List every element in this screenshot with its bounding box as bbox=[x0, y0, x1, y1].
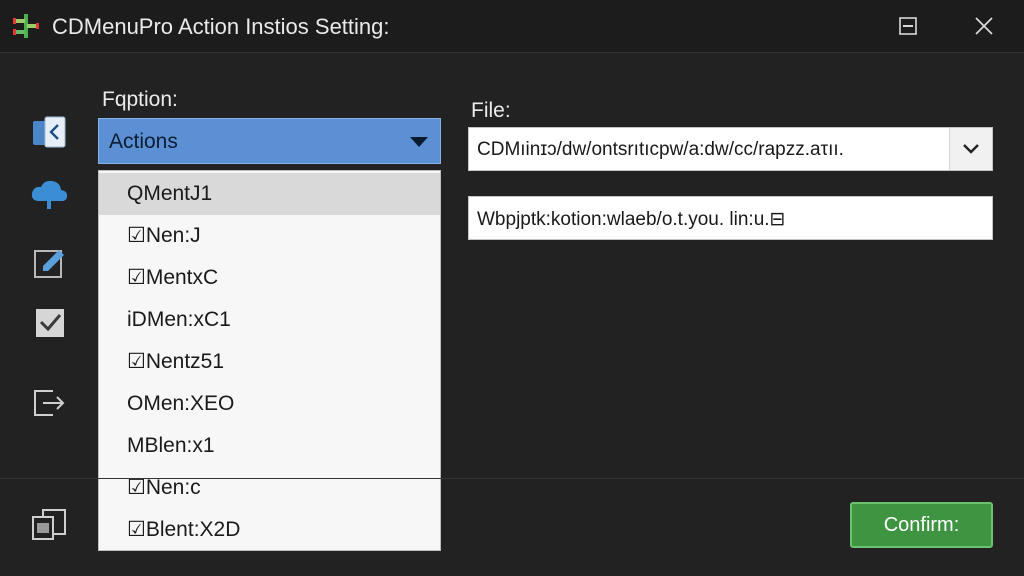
maximize-button[interactable] bbox=[888, 8, 928, 44]
edit-icon bbox=[34, 250, 64, 278]
chevron-down-icon bbox=[963, 144, 979, 154]
app-icon bbox=[13, 14, 39, 38]
copy-window-icon bbox=[32, 509, 66, 540]
file-path-value: CDMıinɪɔ/dw/ontsrıtıcpw/a:dw/cc/rapzz.aτ… bbox=[477, 139, 844, 160]
maximize-icon bbox=[899, 17, 917, 35]
chevron-down-icon bbox=[410, 137, 428, 147]
file-label: File: bbox=[471, 99, 511, 122]
option-dropdown[interactable]: Actions bbox=[98, 118, 441, 164]
sidebar-item-cloud[interactable] bbox=[28, 176, 70, 214]
dropdown-option[interactable]: iDMen:xC1 bbox=[99, 299, 440, 341]
export-icon bbox=[34, 390, 65, 416]
settings-window: CDMenuPro Action Instios Setting: Fqptio… bbox=[0, 0, 1024, 576]
close-icon bbox=[975, 17, 993, 35]
sidebar-item-copy-window[interactable] bbox=[28, 506, 70, 544]
confirm-button[interactable]: Confirm: bbox=[850, 502, 993, 548]
path-field[interactable]: Wbpjptk:kotion:wlaeb/o.t.you. lin:u.⊟ bbox=[468, 196, 993, 240]
path-field-value: Wbpjptk:kotion:wlaeb/o.t.you. lin:u.⊟ bbox=[477, 209, 786, 230]
dropdown-option[interactable]: ☑MentxC bbox=[99, 257, 440, 299]
title-bar: CDMenuPro Action Instios Setting: bbox=[0, 0, 1024, 53]
sidebar-item-checkbox[interactable] bbox=[28, 304, 70, 342]
window-title: CDMenuPro Action Instios Setting: bbox=[52, 14, 390, 39]
sidebar-item-user-card[interactable] bbox=[28, 114, 70, 152]
divider bbox=[0, 478, 1024, 479]
option-selected-value: Actions bbox=[109, 130, 178, 153]
dropdown-option[interactable]: ☑Nen:J bbox=[99, 215, 440, 257]
dropdown-option[interactable]: OMen:XEO bbox=[99, 383, 440, 425]
cloud-upload-icon bbox=[31, 180, 68, 209]
dropdown-option[interactable]: ☑Nentz51 bbox=[99, 341, 440, 383]
sidebar-item-export[interactable] bbox=[28, 384, 70, 422]
file-path-combobox[interactable]: CDMıinɪɔ/dw/ontsrıtıcpw/a:dw/cc/rapzz.aτ… bbox=[468, 127, 993, 171]
option-label: Fqption: bbox=[102, 88, 178, 111]
dropdown-option[interactable]: ☑Blent:X2D bbox=[99, 509, 440, 550]
dropdown-option[interactable]: ☑Nen:c bbox=[99, 467, 440, 509]
sidebar-item-edit[interactable] bbox=[28, 244, 70, 282]
dropdown-option[interactable]: QMentJ1 bbox=[99, 173, 440, 215]
close-button[interactable] bbox=[964, 8, 1004, 44]
file-dropdown-button[interactable] bbox=[949, 128, 992, 170]
user-card-icon bbox=[33, 116, 66, 148]
option-dropdown-list: QMentJ1 ☑Nen:J ☑MentxC iDMen:xC1 ☑Nentz5… bbox=[98, 170, 441, 551]
dropdown-option[interactable]: MBlen:x1 bbox=[99, 425, 440, 467]
checkbox-icon bbox=[36, 309, 64, 337]
